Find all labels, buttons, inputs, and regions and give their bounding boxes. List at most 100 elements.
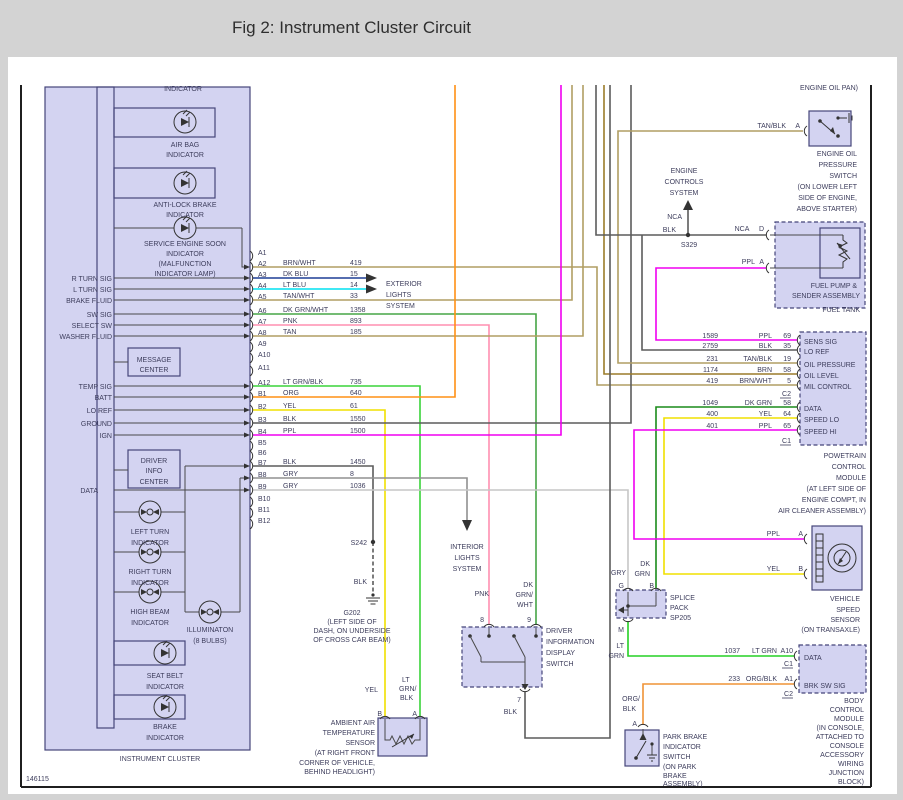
svg-text:INDICATOR: INDICATOR xyxy=(131,540,169,547)
svg-text:G202: G202 xyxy=(343,610,360,617)
svg-text:SPLICE: SPLICE xyxy=(670,595,695,602)
svg-text:DRIVER: DRIVER xyxy=(546,628,572,635)
svg-text:BRAKE: BRAKE xyxy=(663,773,687,780)
svg-text:TEMP SIG: TEMP SIG xyxy=(79,384,112,391)
svg-text:G: G xyxy=(619,583,624,590)
svg-text:WIRING: WIRING xyxy=(838,761,864,768)
svg-text:233: 233 xyxy=(728,676,740,683)
svg-text:B6: B6 xyxy=(258,450,267,457)
svg-text:GRN: GRN xyxy=(608,653,624,660)
svg-text:FUEL TANK: FUEL TANK xyxy=(822,307,860,314)
svg-text:PPL: PPL xyxy=(759,333,772,340)
svg-text:CONTROL: CONTROL xyxy=(832,464,866,471)
page-title: Fig 2: Instrument Cluster Circuit xyxy=(232,18,471,37)
svg-text:BLK: BLK xyxy=(759,343,773,350)
svg-text:61: 61 xyxy=(350,403,358,410)
svg-text:A11: A11 xyxy=(258,365,270,372)
svg-text:JUNCTION: JUNCTION xyxy=(829,770,864,777)
svg-text:64: 64 xyxy=(783,411,791,418)
svg-text:B5: B5 xyxy=(258,440,267,447)
svg-text:(ON TRANSAXLE): (ON TRANSAXLE) xyxy=(801,627,860,634)
svg-text:1036: 1036 xyxy=(350,483,366,490)
svg-text:TAN: TAN xyxy=(283,329,296,336)
svg-text:A4: A4 xyxy=(258,283,267,290)
svg-text:LT: LT xyxy=(402,677,410,684)
svg-text:A10: A10 xyxy=(781,648,794,655)
svg-text:MODULE: MODULE xyxy=(834,716,864,723)
svg-text:SENDER ASSEMBLY: SENDER ASSEMBLY xyxy=(792,293,860,300)
svg-text:R TURN SIG: R TURN SIG xyxy=(72,276,112,283)
svg-text:B3: B3 xyxy=(258,417,267,424)
svg-text:A12: A12 xyxy=(258,380,271,387)
svg-text:A7: A7 xyxy=(258,319,267,326)
svg-text:PARK BRAKE: PARK BRAKE xyxy=(663,734,708,741)
svg-text:640: 640 xyxy=(350,390,362,397)
svg-text:14: 14 xyxy=(350,282,358,289)
svg-text:(ON LOWER LEFT: (ON LOWER LEFT xyxy=(797,184,857,191)
svg-text:DK: DK xyxy=(640,561,650,568)
svg-text:A: A xyxy=(795,123,800,130)
svg-text:VEHICLE: VEHICLE xyxy=(830,596,860,603)
svg-text:419: 419 xyxy=(350,260,362,267)
svg-text:893: 893 xyxy=(350,318,362,325)
svg-text:PRESSURE: PRESSURE xyxy=(818,162,857,169)
svg-text:S242: S242 xyxy=(351,540,367,547)
svg-text:(AT LEFT SIDE OF: (AT LEFT SIDE OF xyxy=(806,486,866,493)
svg-text:B: B xyxy=(377,711,382,718)
svg-text:SW SIG: SW SIG xyxy=(87,312,112,319)
svg-text:DATA: DATA xyxy=(804,406,822,413)
svg-text:SYSTEM: SYSTEM xyxy=(670,190,699,197)
svg-text:1450: 1450 xyxy=(350,459,366,466)
instrument-cluster-box xyxy=(44,86,251,751)
svg-text:PPL: PPL xyxy=(759,423,772,430)
svg-text:DATA: DATA xyxy=(804,655,822,662)
svg-text:B7: B7 xyxy=(258,460,267,467)
svg-text:ENGINE OIL: ENGINE OIL xyxy=(817,151,857,158)
svg-text:B10: B10 xyxy=(258,496,271,503)
svg-text:PPL: PPL xyxy=(767,531,780,538)
svg-text:58: 58 xyxy=(783,367,791,374)
svg-text:LO REF: LO REF xyxy=(87,408,112,415)
svg-text:M: M xyxy=(618,627,624,634)
svg-text:ORG: ORG xyxy=(283,390,299,397)
svg-text:INDICATOR LAMP): INDICATOR LAMP) xyxy=(154,271,215,278)
svg-text:TAN/BLK: TAN/BLK xyxy=(743,356,772,363)
svg-text:(LEFT SIDE OF: (LEFT SIDE OF xyxy=(327,619,376,626)
svg-text:POWETRAIN: POWETRAIN xyxy=(824,453,866,460)
vss-box xyxy=(811,525,863,591)
svg-text:CORNER OF VEHICLE,: CORNER OF VEHICLE, xyxy=(299,760,375,767)
svg-text:A6: A6 xyxy=(258,308,267,315)
svg-text:401: 401 xyxy=(706,423,718,430)
svg-text:AIR CLEANER ASSEMBLY): AIR CLEANER ASSEMBLY) xyxy=(778,508,866,515)
svg-text:B2: B2 xyxy=(258,404,267,411)
svg-text:B: B xyxy=(798,566,803,573)
svg-text:INDICATOR: INDICATOR xyxy=(663,744,701,751)
svg-text:INDICATOR: INDICATOR xyxy=(166,152,204,159)
svg-text:LT GRN: LT GRN xyxy=(752,648,777,655)
data-row-label: DATA xyxy=(80,488,98,495)
svg-text:BLK: BLK xyxy=(400,695,414,702)
svg-text:NCA: NCA xyxy=(735,226,750,233)
svg-text:ANTI-LOCK BRAKE: ANTI-LOCK BRAKE xyxy=(153,202,216,209)
svg-text:LT: LT xyxy=(616,643,624,650)
svg-text:SPEED LO: SPEED LO xyxy=(804,417,840,424)
svg-text:1500: 1500 xyxy=(350,428,366,435)
svg-text:ENGINE: ENGINE xyxy=(671,168,698,175)
svg-text:WASHER FLUID: WASHER FLUID xyxy=(59,334,112,341)
svg-text:CONTROL: CONTROL xyxy=(830,707,864,714)
svg-text:CONSOLE: CONSOLE xyxy=(830,743,865,750)
svg-text:BRN/WHT: BRN/WHT xyxy=(283,260,316,267)
svg-text:BRN/WHT: BRN/WHT xyxy=(739,378,772,385)
svg-text:(IN CONSOLE,: (IN CONSOLE, xyxy=(817,725,865,732)
svg-text:MODULE: MODULE xyxy=(836,475,866,482)
svg-text:HIGH BEAM: HIGH BEAM xyxy=(130,609,169,616)
svg-text:BLK: BLK xyxy=(354,579,368,586)
svg-text:YEL: YEL xyxy=(283,403,296,410)
svg-text:PPL: PPL xyxy=(283,428,296,435)
svg-text:B8: B8 xyxy=(258,472,267,479)
svg-text:MESSAGE: MESSAGE xyxy=(137,357,172,364)
svg-text:(AT RIGHT FRONT: (AT RIGHT FRONT xyxy=(315,750,376,757)
svg-text:SENSOR: SENSOR xyxy=(830,617,860,624)
svg-text:SPEED HI: SPEED HI xyxy=(804,429,837,436)
svg-text:GRN/: GRN/ xyxy=(516,592,534,599)
